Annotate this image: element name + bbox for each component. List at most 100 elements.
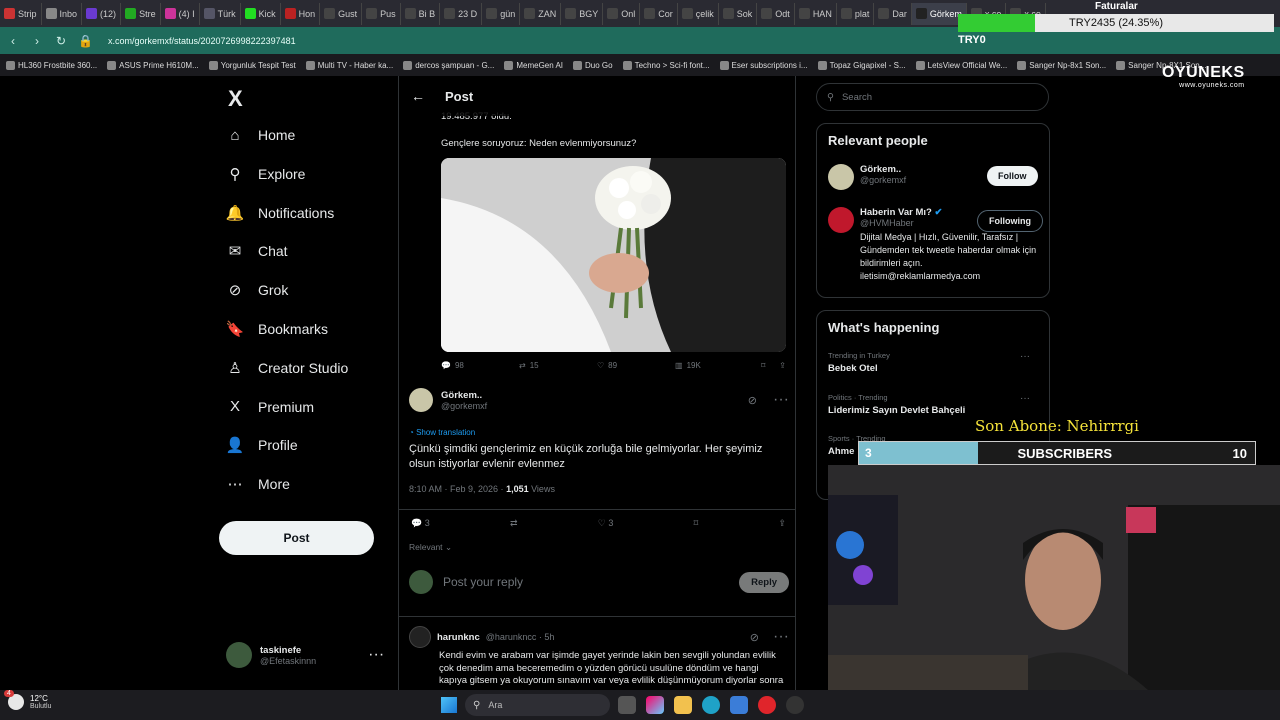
show-translation-link[interactable]: ◔ Show translation (409, 428, 789, 437)
share-icon[interactable]: ⇪ (779, 361, 786, 370)
more-horizontal-icon[interactable]: ··· (773, 391, 789, 409)
browser-tab[interactable]: çelik (678, 2, 719, 25)
forward-icon[interactable]: › (30, 34, 44, 48)
reply-count[interactable]: 💬 98 (441, 361, 519, 370)
bookmark-item[interactable]: Duo Go (573, 60, 613, 70)
post-author-handle[interactable]: @gorkemxf (441, 401, 487, 411)
search-input[interactable]: ⚲ Search (816, 83, 1049, 111)
comment-item[interactable]: harunknc @harunkncc · 5h ⊘ ··· Kendi evi… (409, 626, 789, 688)
trend-item[interactable]: Politics · Trending Liderimiz Sayın Devle… (828, 393, 1040, 416)
browser-tab[interactable]: Pus (362, 2, 401, 25)
more-horizontal-icon[interactable]: ··· (773, 628, 789, 646)
bookmark-item[interactable]: Yorgunluk Tespit Test (208, 60, 296, 70)
post-author-name[interactable]: Görkem.. (441, 390, 487, 401)
more-horizontal-icon[interactable]: ··· (368, 646, 384, 664)
bookmark-item[interactable]: Techno > Sci-fi font... (622, 60, 710, 70)
store-icon[interactable] (730, 696, 748, 714)
sidebar-item-bookmarks[interactable]: 🔖 Bookmarks (226, 320, 328, 338)
task-view-icon[interactable] (618, 696, 636, 714)
browser-tab[interactable]: Stre (121, 2, 161, 25)
browser-tab[interactable]: gün (482, 2, 521, 25)
back-icon[interactable]: ‹ (6, 34, 20, 48)
taskbar-search-input[interactable]: ⚲ Ara (465, 694, 610, 716)
sidebar-item-chat[interactable]: ✉ Chat (226, 242, 288, 260)
bookmark-item[interactable]: Topaz Gigapixel - S... (817, 60, 906, 70)
grok-icon[interactable]: ⊘ (748, 394, 757, 407)
comment-author-handle[interactable]: @harunkncc · 5h (486, 632, 555, 642)
grok-icon[interactable]: ⊘ (750, 631, 759, 644)
browser-tab[interactable]: Strip (0, 2, 42, 25)
browser-tab[interactable]: ZAN (520, 2, 562, 25)
sidebar-item-notifications[interactable]: 🔔 Notifications (226, 204, 335, 222)
browser-tab[interactable]: plat (837, 2, 875, 25)
bookmark-item[interactable]: Eser subscriptions i... (719, 60, 808, 70)
sidebar-item-explore[interactable]: ⚲ Explore (226, 165, 306, 183)
browser-tab[interactable]: Kick (241, 2, 281, 25)
person-item[interactable]: Görkem.. @gorkemxf (828, 164, 906, 190)
x-logo-icon[interactable]: X (228, 86, 243, 112)
bookmark-button[interactable]: ⌑ (694, 518, 699, 529)
sidebar-item-creator-studio[interactable]: ♙ Creator Studio (226, 359, 348, 377)
bookmark-item[interactable]: Multi TV - Haber ka... (305, 60, 393, 70)
following-button[interactable]: Following (977, 210, 1043, 232)
repost-button[interactable]: ⇄ (510, 518, 518, 529)
reload-icon[interactable]: ↻ (54, 34, 68, 48)
browser-tab[interactable]: HAN (795, 2, 837, 25)
repost-count[interactable]: ⇄ 15 (519, 361, 597, 370)
sidebar-item-grok[interactable]: ⊘ Grok (226, 281, 289, 299)
edge-icon[interactable] (702, 696, 720, 714)
browser-tab[interactable]: (12) (82, 2, 122, 25)
browser-tab[interactable]: 23 D (440, 2, 483, 25)
avatar[interactable] (409, 388, 433, 412)
bookmark-item[interactable]: Sanger Np-8x1 Son... (1017, 60, 1106, 70)
opera-icon[interactable] (758, 696, 776, 714)
reply-button[interactable]: 💬 3 (411, 518, 430, 529)
bookmark-item[interactable]: MemeGen AI (504, 60, 563, 70)
sidebar-item-more[interactable]: ⋯ More (226, 475, 290, 493)
trend-item[interactable]: Trending in Turkey Bebek Otel ··· (828, 351, 1040, 374)
browser-tab[interactable]: Inbo (42, 2, 83, 25)
sidebar-item-premium[interactable]: X Premium (226, 398, 314, 416)
reply-submit-button[interactable]: Reply (739, 571, 789, 593)
bookmark-icon[interactable]: ⌑ (761, 361, 765, 370)
browser-tab[interactable]: Odt (757, 2, 795, 25)
bookmark-item[interactable]: ASUS Prime H610M... (107, 60, 199, 70)
copilot-icon[interactable] (646, 696, 664, 714)
bookmark-item[interactable]: HL360 Frostbite 360... (6, 60, 97, 70)
avatar[interactable] (409, 626, 431, 648)
post-button[interactable]: Post (219, 521, 374, 555)
windows-start-icon[interactable] (441, 697, 457, 713)
weather-widget[interactable]: 4 12°C Bulutlu (4, 690, 51, 710)
like-count[interactable]: ♡ 89 (597, 361, 675, 370)
views-count[interactable]: ▥ 19K (675, 361, 751, 370)
browser-tab[interactable]: BGY (561, 2, 604, 25)
browser-tab[interactable]: Dar (874, 2, 912, 25)
wedding-photo[interactable] (441, 158, 786, 352)
like-button[interactable]: ♡ 3 (598, 518, 614, 529)
obs-icon[interactable] (786, 696, 804, 714)
bookmark-item[interactable]: dercos şampuan - G... (403, 60, 494, 70)
sort-dropdown[interactable]: Relevant ⌄ (409, 542, 452, 553)
share-button[interactable]: ⇪ (778, 518, 786, 529)
comment-author-name[interactable]: harunknc (437, 632, 480, 643)
url-field[interactable]: x.com/gorkemxf/status/202072699822239748… (108, 36, 296, 46)
account-switcher[interactable]: taskinefe @Efetaskinnn ··· (226, 642, 384, 668)
webcam-feed (828, 465, 1280, 690)
follow-button[interactable]: Follow (987, 166, 1038, 186)
browser-tab[interactable]: Hon (281, 2, 321, 25)
more-horizontal-icon[interactable]: ··· (1020, 351, 1030, 362)
back-arrow-icon[interactable]: ← (411, 88, 425, 104)
browser-tab[interactable]: Cor (640, 2, 678, 25)
reply-input[interactable]: Post your reply (443, 575, 523, 589)
browser-tab[interactable]: Onl (603, 2, 641, 25)
sidebar-item-home[interactable]: ⌂ Home (226, 126, 295, 144)
browser-tab[interactable]: Sok (719, 2, 758, 25)
file-explorer-icon[interactable] (674, 696, 692, 714)
browser-tab[interactable]: Türk (200, 2, 241, 25)
browser-tab[interactable]: (4) I (161, 2, 200, 25)
browser-tab[interactable]: Gust (320, 2, 363, 25)
browser-tab[interactable]: Bi B (401, 2, 441, 25)
bookmark-item[interactable]: LetsView Official We... (915, 60, 1007, 70)
sidebar-item-profile[interactable]: 👤 Profile (226, 436, 298, 454)
more-horizontal-icon[interactable]: ··· (1020, 393, 1030, 404)
